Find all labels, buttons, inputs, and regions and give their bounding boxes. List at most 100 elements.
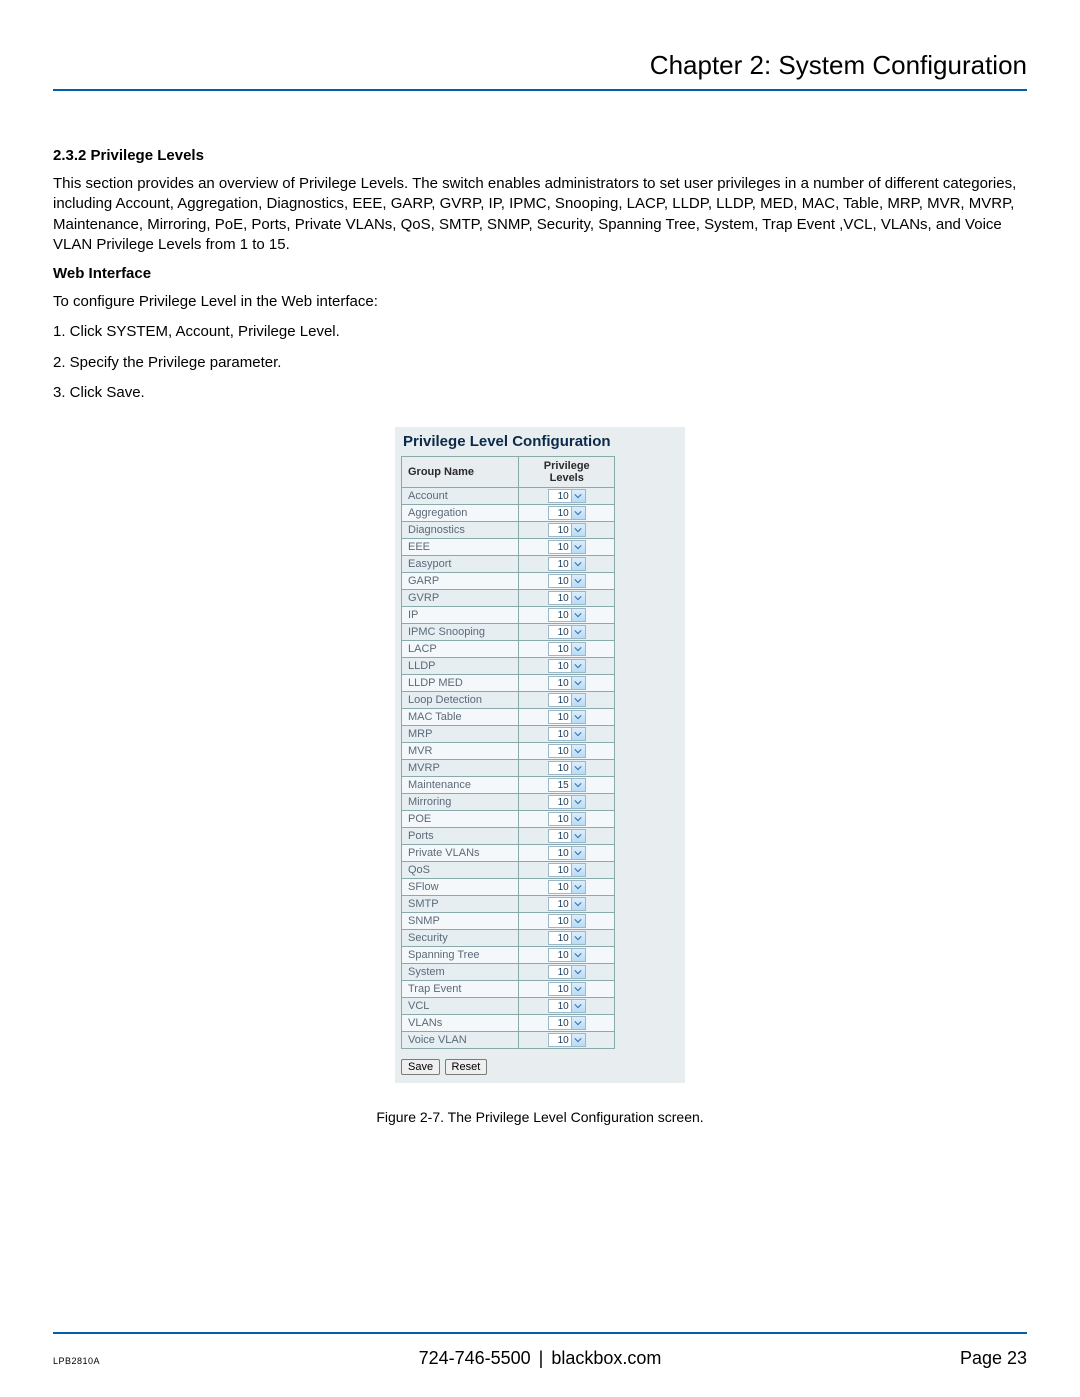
table-row: Voice VLAN 10: [402, 1032, 615, 1049]
privilege-level-value: 10: [549, 1035, 571, 1046]
table-row: IP10: [402, 607, 615, 624]
group-name-cell: Voice VLAN: [402, 1032, 519, 1049]
privilege-level-cell: 10: [519, 488, 615, 505]
privilege-level-select[interactable]: 10: [548, 642, 586, 656]
privilege-level-select[interactable]: 10: [548, 1033, 586, 1047]
chevron-down-icon: [571, 881, 585, 893]
chevron-down-icon: [571, 592, 585, 604]
privilege-level-cell: 10: [519, 624, 615, 641]
group-name-cell: Diagnostics: [402, 522, 519, 539]
chevron-down-icon: [571, 864, 585, 876]
privilege-level-value: 10: [549, 644, 571, 655]
privilege-level-select[interactable]: 10: [548, 1016, 586, 1030]
privilege-level-select[interactable]: 10: [548, 880, 586, 894]
privilege-level-select[interactable]: 15: [548, 778, 586, 792]
privilege-level-cell: 15: [519, 777, 615, 794]
privilege-table: Group Name Privilege Levels Account10Agg…: [401, 456, 615, 1049]
privilege-level-select[interactable]: 10: [548, 999, 586, 1013]
web-interface-heading: Web Interface: [53, 265, 1027, 282]
chevron-down-icon: [571, 915, 585, 927]
privilege-level-cell: 10: [519, 828, 615, 845]
privilege-level-select[interactable]: 10: [548, 693, 586, 707]
footer-site: blackbox.com: [551, 1348, 661, 1368]
privilege-level-value: 15: [549, 780, 571, 791]
privilege-level-select[interactable]: 10: [548, 506, 586, 520]
chevron-down-icon: [571, 711, 585, 723]
privilege-level-value: 10: [549, 559, 571, 570]
figure-caption: Figure 2-7. The Privilege Level Configur…: [53, 1109, 1027, 1125]
chapter-title: Chapter 2: System Configuration: [53, 50, 1027, 91]
privilege-level-select[interactable]: 10: [548, 557, 586, 571]
privilege-level-select[interactable]: 10: [548, 710, 586, 724]
save-button[interactable]: Save: [401, 1059, 440, 1075]
table-row: SNMP10: [402, 913, 615, 930]
privilege-level-select[interactable]: 10: [548, 846, 586, 860]
privilege-level-select[interactable]: 10: [548, 523, 586, 537]
group-name-cell: LACP: [402, 641, 519, 658]
privilege-level-select[interactable]: 10: [548, 540, 586, 554]
table-row: LLDP MED10: [402, 675, 615, 692]
privilege-level-cell: 10: [519, 1015, 615, 1032]
group-name-cell: VLANs: [402, 1015, 519, 1032]
chevron-down-icon: [571, 813, 585, 825]
group-name-cell: LLDP: [402, 658, 519, 675]
privilege-level-select[interactable]: 10: [548, 829, 586, 843]
chevron-down-icon: [571, 796, 585, 808]
table-row: LACP 10: [402, 641, 615, 658]
privilege-level-value: 10: [549, 831, 571, 842]
privilege-level-select[interactable]: 10: [548, 795, 586, 809]
chevron-down-icon: [571, 541, 585, 553]
privilege-level-value: 10: [549, 508, 571, 519]
privilege-level-select[interactable]: 10: [548, 676, 586, 690]
privilege-level-select[interactable]: 10: [548, 608, 586, 622]
privilege-level-select[interactable]: 10: [548, 591, 586, 605]
chevron-down-icon: [571, 966, 585, 978]
privilege-level-value: 10: [549, 746, 571, 757]
privilege-level-cell: 10: [519, 930, 615, 947]
group-name-cell: Easyport: [402, 556, 519, 573]
privilege-level-value: 10: [549, 916, 571, 927]
group-name-cell: Security: [402, 930, 519, 947]
privilege-level-select[interactable]: 10: [548, 965, 586, 979]
privilege-level-select[interactable]: 10: [548, 931, 586, 945]
group-name-cell: MRP: [402, 726, 519, 743]
table-row: Easyport 10: [402, 556, 615, 573]
privilege-level-cell: 10: [519, 658, 615, 675]
table-row: Private VLANs 10: [402, 845, 615, 862]
privilege-level-select[interactable]: 10: [548, 574, 586, 588]
privilege-level-select[interactable]: 10: [548, 897, 586, 911]
footer-model: LPB2810A: [53, 1356, 100, 1366]
reset-button[interactable]: Reset: [445, 1059, 488, 1075]
privilege-level-select[interactable]: 10: [548, 744, 586, 758]
chevron-down-icon: [571, 779, 585, 791]
table-row: Security 10: [402, 930, 615, 947]
privilege-level-select[interactable]: 10: [548, 659, 586, 673]
group-name-cell: Maintenance: [402, 777, 519, 794]
privilege-level-cell: 10: [519, 998, 615, 1015]
footer-page: Page 23: [960, 1348, 1027, 1369]
group-name-cell: GVRP: [402, 590, 519, 607]
table-row: MRP 10: [402, 726, 615, 743]
privilege-level-value: 10: [549, 950, 571, 961]
table-row: Diagnostics 10: [402, 522, 615, 539]
privilege-level-select[interactable]: 10: [548, 982, 586, 996]
privilege-level-select[interactable]: 10: [548, 727, 586, 741]
privilege-level-value: 10: [549, 814, 571, 825]
privilege-level-value: 10: [549, 1001, 571, 1012]
privilege-level-value: 10: [549, 695, 571, 706]
group-name-cell: Private VLANs: [402, 845, 519, 862]
privilege-level-select[interactable]: 10: [548, 863, 586, 877]
group-name-cell: IPMC Snooping: [402, 624, 519, 641]
privilege-level-select[interactable]: 10: [548, 914, 586, 928]
chevron-down-icon: [571, 949, 585, 961]
privilege-level-cell: 10: [519, 692, 615, 709]
privilege-level-select[interactable]: 10: [548, 489, 586, 503]
privilege-level-cell: 10: [519, 539, 615, 556]
privilege-level-select[interactable]: 10: [548, 625, 586, 639]
privilege-level-select[interactable]: 10: [548, 761, 586, 775]
chevron-down-icon: [571, 660, 585, 672]
privilege-level-cell: 10: [519, 981, 615, 998]
privilege-level-select[interactable]: 10: [548, 812, 586, 826]
privilege-level-select[interactable]: 10: [548, 948, 586, 962]
privilege-level-cell: 10: [519, 675, 615, 692]
